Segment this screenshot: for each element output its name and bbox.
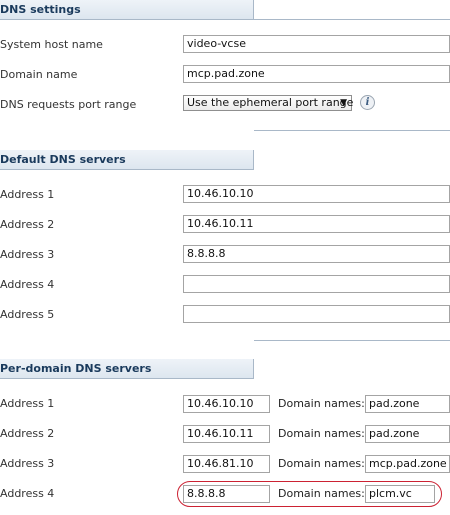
domain-names-label: Domain names: [278,457,365,470]
per-domain-address-4-label: Address 4 [0,487,55,500]
per-domain-domains-3-input[interactable]: mcp.pad.zone [365,455,450,473]
per-domain-domains-1-input[interactable]: pad.zone [365,395,450,413]
section-divider [254,19,450,20]
domain-names-label: Domain names: [278,397,365,410]
domain-name-label: Domain name [0,68,78,81]
system-host-name-input[interactable]: video-vcse [183,35,450,53]
dns-settings-section: DNS settings System host name video-vcse… [0,0,450,130]
port-range-label: DNS requests port range [0,98,137,111]
default-dns-header: Default DNS servers [0,150,254,170]
default-dns-section: Default DNS servers Address 1 10.46.10.1… [0,130,450,340]
default-dns-title: Default DNS servers [0,153,126,166]
per-domain-domains-2-input[interactable]: pad.zone [365,425,450,443]
per-domain-address-1-label: Address 1 [0,397,55,410]
dns-settings-title: DNS settings [0,3,81,16]
dns-settings-header: DNS settings [0,0,254,20]
default-address-1-input[interactable]: 10.46.10.10 [183,185,450,203]
default-address-3-label: Address 3 [0,248,55,261]
default-address-1-label: Address 1 [0,188,55,201]
dns-page: DNS settings System host name video-vcse… [0,0,450,515]
per-domain-address-3-label: Address 3 [0,457,55,470]
per-domain-address-2-label: Address 2 [0,427,55,440]
per-domain-address-2-input[interactable]: 10.46.10.11 [183,425,270,443]
domain-name-input[interactable]: mcp.pad.zone [183,65,450,83]
section-divider [254,340,450,341]
per-domain-address-1-input[interactable]: 10.46.10.10 [183,395,270,413]
highlight-annotation [177,481,442,507]
default-address-4-input[interactable] [183,275,450,293]
default-address-3-input[interactable]: 8.8.8.8 [183,245,450,263]
default-address-5-label: Address 5 [0,308,55,321]
default-address-2-input[interactable]: 10.46.10.11 [183,215,450,233]
info-icon[interactable]: i [360,95,375,110]
domain-names-label: Domain names: [278,427,365,440]
per-domain-dns-title: Per-domain DNS servers [0,362,152,375]
system-host-name-label: System host name [0,38,103,51]
default-address-2-label: Address 2 [0,218,55,231]
default-address-5-input[interactable] [183,305,450,323]
chevron-down-icon: ▼ [340,98,347,108]
per-domain-address-3-input[interactable]: 10.46.81.10 [183,455,270,473]
default-address-4-label: Address 4 [0,278,55,291]
per-domain-dns-header: Per-domain DNS servers [0,359,254,379]
port-range-select[interactable]: Use the ephemeral port range ▼ [183,95,354,111]
section-divider [254,130,450,131]
port-range-selected: Use the ephemeral port range [187,96,354,109]
